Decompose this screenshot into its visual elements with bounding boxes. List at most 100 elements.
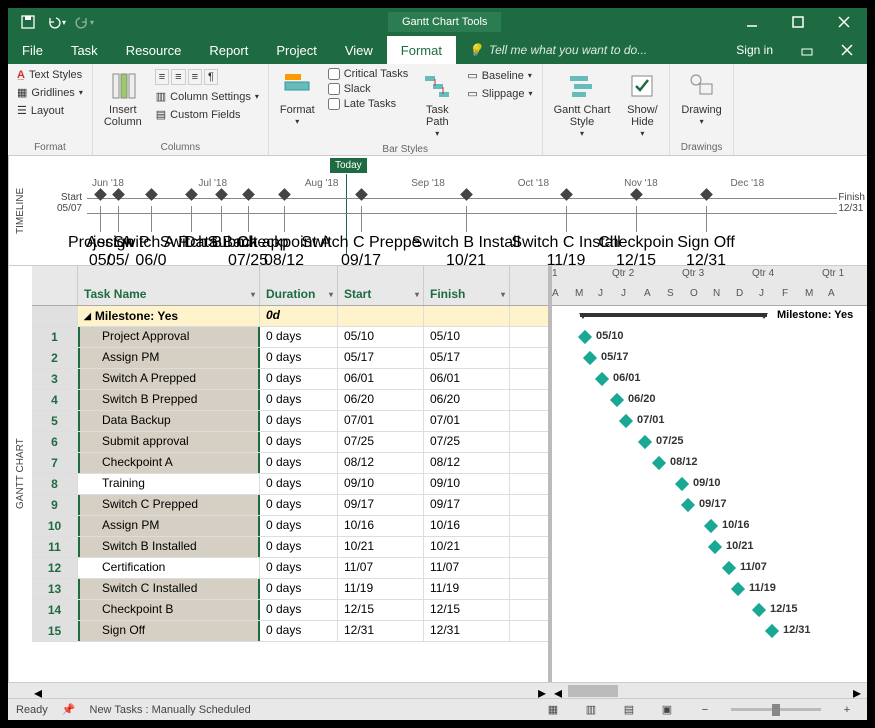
view-shortcut-2[interactable]: ▥ xyxy=(579,701,603,719)
text-styles-button[interactable]: A̲Text Styles xyxy=(14,67,86,83)
milestone-diamond-icon xyxy=(722,561,736,575)
zoom-out-button[interactable]: − xyxy=(693,701,717,719)
gantt-row: 12/15 xyxy=(552,600,867,621)
gantt-chart-area[interactable]: 1Qtr 2Qtr 3Qtr 4Qtr 1AMJJASONDJFMA Miles… xyxy=(552,266,867,682)
milestone-diamond-icon xyxy=(578,330,592,344)
tab-report[interactable]: Report xyxy=(195,36,262,64)
table-row[interactable]: 12Certification0 days11/0711/07 xyxy=(32,558,548,579)
gridlines-button[interactable]: ▦Gridlines▾ xyxy=(14,84,86,101)
task-path-icon xyxy=(421,70,453,102)
tab-resource[interactable]: Resource xyxy=(112,36,196,64)
contextual-tools-label: Gantt Chart Tools xyxy=(388,12,501,32)
gantt-row: 06/01 xyxy=(552,369,867,390)
gantt-chart-style-button[interactable]: Gantt Chart Style▾ xyxy=(549,67,616,142)
gantt-summary-row: Milestone: Yes xyxy=(552,306,867,327)
view-shortcut-4[interactable]: ▣ xyxy=(655,701,679,719)
close-subwindow-icon[interactable] xyxy=(827,36,867,64)
timeline-panel-label: TIMELINE xyxy=(8,156,32,265)
wrap-text-icon[interactable]: ¶ xyxy=(204,69,218,85)
column-start[interactable]: Start▾ xyxy=(338,266,424,305)
milestone-date-label: 12/15 xyxy=(770,603,798,615)
column-settings-button[interactable]: ▥Column Settings▾ xyxy=(153,88,262,105)
gantt-month-label: O xyxy=(690,288,698,299)
table-row[interactable]: 8Training0 days09/1009/10 xyxy=(32,474,548,495)
align-center-icon[interactable]: ≡ xyxy=(171,69,185,85)
insert-column-button[interactable]: Insert Column xyxy=(99,67,147,131)
view-shortcut-3[interactable]: ▤ xyxy=(617,701,641,719)
task-table[interactable]: Task Name▾ Duration▾ Start▾ Finish▾ ◢ Mi… xyxy=(32,266,552,682)
gantt-quarter-label: Qtr 1 xyxy=(822,268,844,279)
critical-tasks-checkbox[interactable]: Critical Tasks xyxy=(326,67,411,81)
gantt-month-label: M xyxy=(575,288,583,299)
gantt-hscrollbar[interactable]: ◂▸ xyxy=(552,683,867,698)
table-row[interactable]: 10Assign PM0 days10/1610/16 xyxy=(32,516,548,537)
show-hide-button[interactable]: Show/ Hide▾ xyxy=(621,67,663,142)
table-row[interactable]: 11Switch B Installed0 days10/2110/21 xyxy=(32,537,548,558)
table-row[interactable]: 5Data Backup0 days07/0107/01 xyxy=(32,411,548,432)
save-icon[interactable] xyxy=(16,11,40,33)
close-button[interactable] xyxy=(821,8,867,36)
minimize-button[interactable] xyxy=(729,8,775,36)
table-row[interactable]: 3Switch A Prepped0 days06/0106/01 xyxy=(32,369,548,390)
tab-format[interactable]: Format xyxy=(387,36,456,64)
ribbon-options-icon[interactable] xyxy=(787,36,827,64)
table-row[interactable]: 13Switch C Installed0 days11/1911/19 xyxy=(32,579,548,600)
table-row[interactable]: 1Project Approval0 days05/1005/10 xyxy=(32,327,548,348)
timeline-month: Jun '18 xyxy=(92,178,198,189)
slack-checkbox[interactable]: Slack xyxy=(326,82,411,96)
pin-icon: 📌 xyxy=(62,703,76,716)
tab-view[interactable]: View xyxy=(331,36,387,64)
group-row[interactable]: ◢ Milestone: Yes0d xyxy=(32,306,548,327)
table-row[interactable]: 15Sign Off0 days12/3112/31 xyxy=(32,621,548,642)
tab-task[interactable]: Task xyxy=(57,36,112,64)
gantt-row: 12/31 xyxy=(552,621,867,642)
maximize-button[interactable] xyxy=(775,8,821,36)
timeline-month: Nov '18 xyxy=(624,178,730,189)
format-bar-button[interactable]: Format▾ xyxy=(275,67,320,130)
layout-icon: ☰ xyxy=(17,104,27,117)
slippage-button[interactable]: ▭Slippage▾ xyxy=(464,85,535,102)
milestone-diamond-icon xyxy=(619,414,633,428)
view-shortcut-1[interactable]: ▦ xyxy=(541,701,565,719)
gantt-month-label: S xyxy=(667,288,674,299)
today-marker: Today xyxy=(330,158,367,173)
column-task-name[interactable]: Task Name▾ xyxy=(78,266,260,305)
table-row[interactable]: 7Checkpoint A0 days08/1208/12 xyxy=(32,453,548,474)
layout-button[interactable]: ☰Layout xyxy=(14,102,86,119)
redo-icon[interactable]: ▾ xyxy=(72,11,96,33)
timeline-month: Dec '18 xyxy=(731,178,837,189)
tell-me-search[interactable]: 💡Tell me what you want to do... xyxy=(456,36,722,64)
tab-file[interactable]: File xyxy=(8,36,57,64)
table-row[interactable]: 9Switch C Prepped0 days09/1709/17 xyxy=(32,495,548,516)
milestone-diamond-icon xyxy=(731,582,745,596)
timeline-milestone-label: Checkpoin12/15 xyxy=(598,234,674,265)
drawing-button[interactable]: Drawing▾ xyxy=(676,67,726,130)
zoom-in-button[interactable]: + xyxy=(835,701,859,719)
gantt-month-label: N xyxy=(713,288,720,299)
tab-project[interactable]: Project xyxy=(262,36,330,64)
baseline-button[interactable]: ▭Baseline▾ xyxy=(464,67,535,84)
gantt-month-label: J xyxy=(759,288,764,299)
align-left-icon[interactable]: ≡ xyxy=(155,69,169,85)
row-header-column[interactable] xyxy=(32,266,78,305)
timeline-milestone-label: Switch B Install10/21 xyxy=(412,234,520,265)
table-hscrollbar[interactable]: ◂▸ xyxy=(32,683,552,698)
table-row[interactable]: 2Assign PM0 days05/1705/17 xyxy=(32,348,548,369)
table-row[interactable]: 4Switch B Prepped0 days06/2006/20 xyxy=(32,390,548,411)
late-tasks-checkbox[interactable]: Late Tasks xyxy=(326,97,411,111)
custom-fields-button[interactable]: ▤Custom Fields xyxy=(153,106,262,123)
gridlines-icon: ▦ xyxy=(17,86,27,99)
sign-in-link[interactable]: Sign in xyxy=(722,36,787,64)
zoom-slider[interactable] xyxy=(731,708,821,711)
table-row[interactable]: 14Checkpoint B0 days12/1512/15 xyxy=(32,600,548,621)
timeline-milestone-label: Switch C Preppe09/17 xyxy=(301,234,420,265)
column-finish[interactable]: Finish▾ xyxy=(424,266,510,305)
timeline-panel[interactable]: Today Start05/07 Finish12/31 Jun '18Jul … xyxy=(32,156,867,265)
timeline-milestone-label: Sign Off12/31 xyxy=(677,234,735,265)
task-path-button[interactable]: Task Path▾ xyxy=(416,67,458,142)
align-right-icon[interactable]: ≡ xyxy=(188,69,202,85)
table-row[interactable]: 6Submit approval0 days07/2507/25 xyxy=(32,432,548,453)
undo-icon[interactable]: ▾ xyxy=(44,11,68,33)
column-duration[interactable]: Duration▾ xyxy=(260,266,338,305)
title-bar: ▾ ▾ Gantt Chart Tools xyxy=(8,8,867,36)
